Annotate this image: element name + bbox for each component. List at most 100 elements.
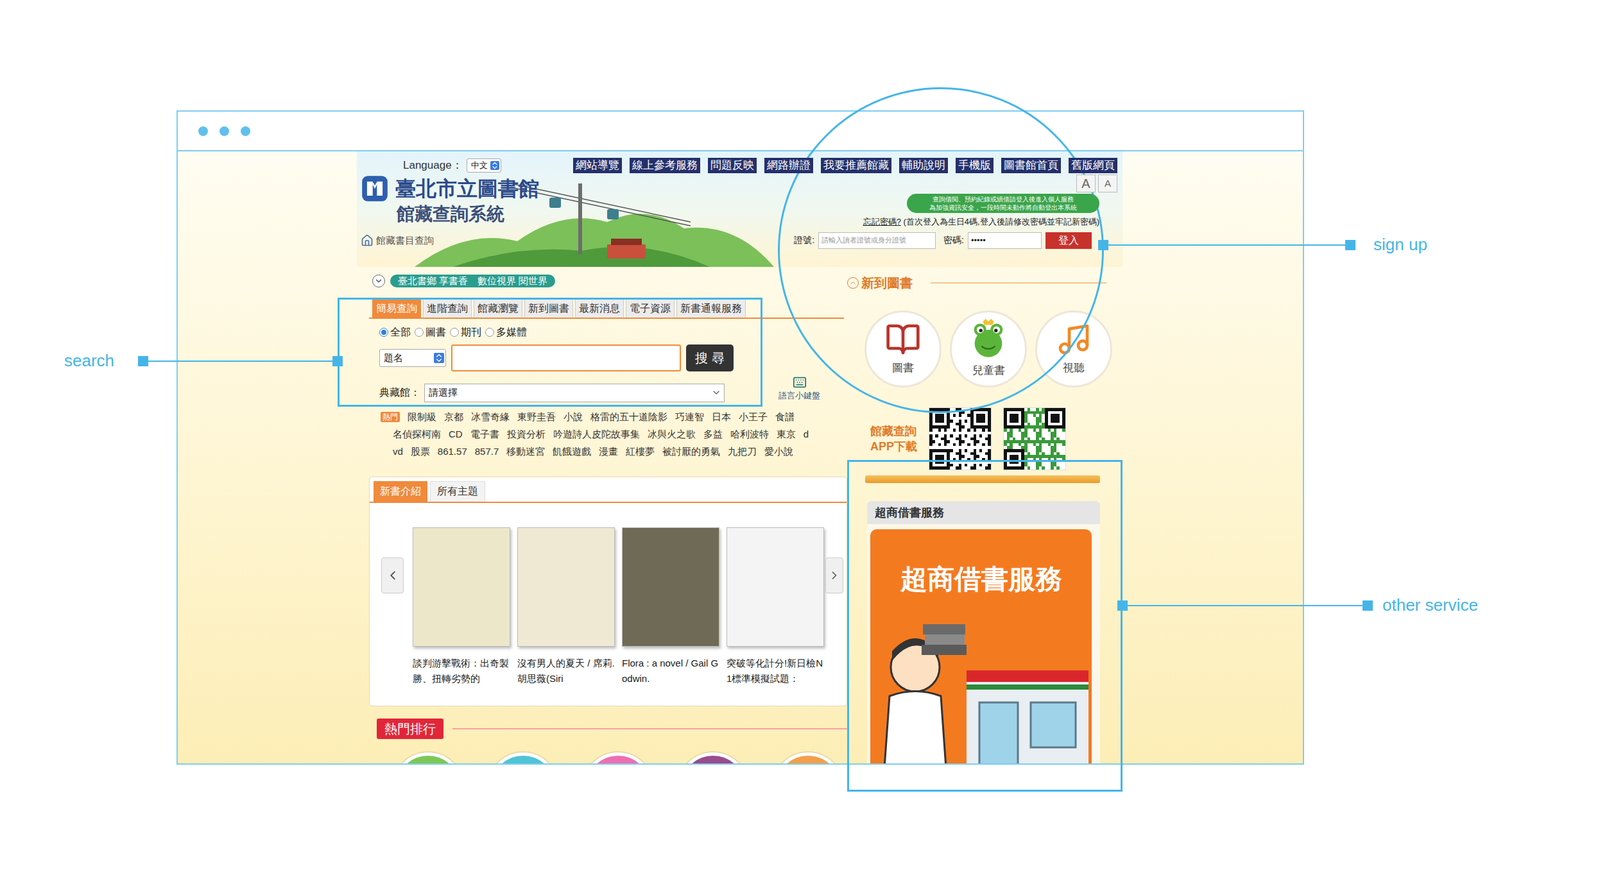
collapse-toggle[interactable] <box>372 274 386 288</box>
hot-tag[interactable]: 日本 <box>711 410 732 425</box>
hot-tag[interactable]: 電子書 <box>470 427 500 443</box>
hot-tag[interactable]: 九把刀 <box>727 444 757 460</box>
hot-tag[interactable]: d <box>803 427 809 443</box>
search-input[interactable] <box>451 344 681 372</box>
new-arrival-item[interactable]: 圖書 <box>864 310 942 388</box>
collapse-toggle[interactable] <box>847 277 859 289</box>
hot-badge: 熱門 <box>380 412 400 423</box>
hot-tag[interactable]: 小王子 <box>738 410 768 425</box>
hot-tag[interactable]: 京都 <box>444 410 464 425</box>
ranking-circle[interactable] <box>392 752 464 765</box>
login-button[interactable]: 登入 <box>1045 232 1092 250</box>
top-nav-link[interactable]: 舊版網頁 <box>1068 157 1118 174</box>
window-dot[interactable] <box>240 126 251 137</box>
top-nav-link[interactable]: 手機版 <box>955 157 994 174</box>
top-nav-link[interactable]: 我要推薦館藏 <box>820 157 892 174</box>
hot-tag[interactable]: 移動迷宮 <box>506 444 545 460</box>
search-tab[interactable]: 最新消息 <box>575 298 624 318</box>
search-field-select[interactable]: 題名 <box>379 349 447 368</box>
search-tab[interactable]: 簡易查詢 <box>372 298 422 318</box>
sign-up-annotation-label: sign up <box>1373 233 1428 256</box>
search-button[interactable]: 搜 尋 <box>686 344 734 372</box>
breadcrumb[interactable]: 館藏書目查詢 <box>360 233 540 249</box>
chevron-right-icon <box>827 569 841 583</box>
hot-tag[interactable]: vd <box>392 444 404 460</box>
select-arrow-icon <box>433 352 445 364</box>
book-cover <box>621 527 720 647</box>
search-type-radio[interactable]: 期刊 <box>449 324 482 341</box>
store-illustration <box>870 606 1092 764</box>
book-card[interactable]: Flora : a novel / Gail Godwin. <box>621 527 720 687</box>
logo-title[interactable]: 臺北市立圖書館 <box>395 175 540 202</box>
hot-tag[interactable]: 861.57 <box>437 444 468 460</box>
language-keyboard[interactable]: 語言小鍵盤 <box>778 375 821 403</box>
new-books-tab[interactable]: 新書介紹 <box>373 481 428 502</box>
password-input[interactable]: ••••• <box>967 232 1042 250</box>
hot-tag[interactable]: 格雷的五十道陰影 <box>590 410 668 425</box>
new-books-tab[interactable]: 所有主題 <box>430 481 486 502</box>
page: Language：中文網站導覽線上參考服務問題反映網路辦證我要推薦館藏輔助說明手… <box>0 0 1600 893</box>
hot-tag[interactable]: 飢餓遊戲 <box>552 444 592 460</box>
search-type-radio[interactable]: 全部 <box>379 324 411 341</box>
hot-tag[interactable]: 漫畫 <box>598 444 619 460</box>
top-nav-link[interactable]: 網路辦證 <box>764 157 814 174</box>
new-arrival-item[interactable]: 兒童書 <box>949 310 1027 388</box>
top-nav-link[interactable]: 線上參考服務 <box>629 157 701 174</box>
forgot-password-link[interactable]: 忘記密碼? <box>863 216 902 227</box>
top-nav-link[interactable]: 網站導覽 <box>573 157 622 174</box>
hot-tag[interactable]: 限制級 <box>407 410 437 425</box>
carousel-next-button[interactable] <box>825 557 844 594</box>
top-nav-link[interactable]: 輔助說明 <box>899 157 948 174</box>
hot-tag[interactable]: 投資分析 <box>507 427 546 443</box>
language-select[interactable]: 中文 <box>466 158 502 173</box>
window-dot[interactable] <box>198 126 208 137</box>
search-tab[interactable]: 新到圖書 <box>524 298 574 318</box>
login-area: AA查詢借閱、預約紀錄或續借請登入後進入個人服務為加強資訊安全，一段時間未動作將… <box>788 174 1123 250</box>
logo-subtitle: 館藏查詢系統 <box>360 202 540 226</box>
hot-tag[interactable]: 名偵探柯南 <box>392 427 441 443</box>
ranking-circle[interactable] <box>772 752 844 765</box>
top-nav-link[interactable]: 圖書館首頁 <box>1001 157 1061 174</box>
book-card[interactable]: 談判游擊戰術：出奇製勝、扭轉劣勢的 <box>412 527 511 687</box>
hot-tag[interactable]: 被討厭的勇氣 <box>662 444 721 460</box>
service-banner[interactable]: 超商借書服務 <box>870 529 1092 764</box>
search-type-radio[interactable]: 圖書 <box>414 324 447 341</box>
book-card[interactable]: 突破等化計分!新日檢N1標準模擬試題： <box>726 527 825 687</box>
hot-tag[interactable]: 東京 <box>776 427 796 443</box>
search-tab[interactable]: 電子資源 <box>625 298 675 318</box>
hot-tag[interactable]: 冰與火之歌 <box>647 427 696 443</box>
font-size-button[interactable]: A <box>1076 174 1096 193</box>
ranking-circle[interactable] <box>582 752 654 765</box>
hot-tag[interactable]: 股票 <box>410 444 431 460</box>
hot-tag[interactable]: 吟遊詩人皮陀故事集 <box>553 427 640 443</box>
book-caption: 突破等化計分!新日檢N1標準模擬試題： <box>726 655 825 687</box>
hot-tag[interactable]: 多益 <box>703 427 723 443</box>
hot-tag[interactable]: 冰雪奇緣 <box>471 410 510 425</box>
new-arrival-item[interactable]: 視聽 <box>1035 310 1113 388</box>
hot-tag[interactable]: 東野圭吾 <box>517 410 556 425</box>
other-service-annotation-label: other service <box>1382 594 1479 617</box>
carousel-prev-button[interactable] <box>381 557 404 594</box>
ranking-circle[interactable] <box>677 752 749 765</box>
book-card[interactable]: 沒有男人的夏天 / 席莉.胡思薇(Siri <box>517 527 615 687</box>
hot-tag[interactable]: CD <box>448 427 463 443</box>
card-number-input[interactable]: 請輸入讀者證號或身分證號 <box>818 232 936 250</box>
hot-tag[interactable]: 食譜 <box>775 410 795 425</box>
chevron-left-icon <box>385 568 400 583</box>
hot-tag[interactable]: 哈利波特 <box>730 427 769 443</box>
hot-tag[interactable]: 紅樓夢 <box>625 444 655 460</box>
hot-tag[interactable]: 愛小說 <box>764 444 794 460</box>
library-logo-icon <box>360 174 389 203</box>
hot-tag[interactable]: 小說 <box>563 410 583 425</box>
search-type-radio[interactable]: 多媒體 <box>485 324 527 341</box>
hot-tag[interactable]: 巧連智 <box>675 410 705 425</box>
ranking-circle[interactable] <box>487 752 559 765</box>
font-size-button[interactable]: A <box>1098 174 1118 193</box>
branch-select[interactable]: 請選擇 <box>424 383 725 403</box>
top-nav-link[interactable]: 問題反映 <box>707 157 757 174</box>
search-tab[interactable]: 新書通報服務 <box>676 298 746 318</box>
hot-tag[interactable]: 857.7 <box>474 444 500 460</box>
search-tab[interactable]: 進階查詢 <box>422 298 472 318</box>
window-dot[interactable] <box>219 126 230 137</box>
search-tab[interactable]: 館藏瀏覽 <box>473 298 523 318</box>
